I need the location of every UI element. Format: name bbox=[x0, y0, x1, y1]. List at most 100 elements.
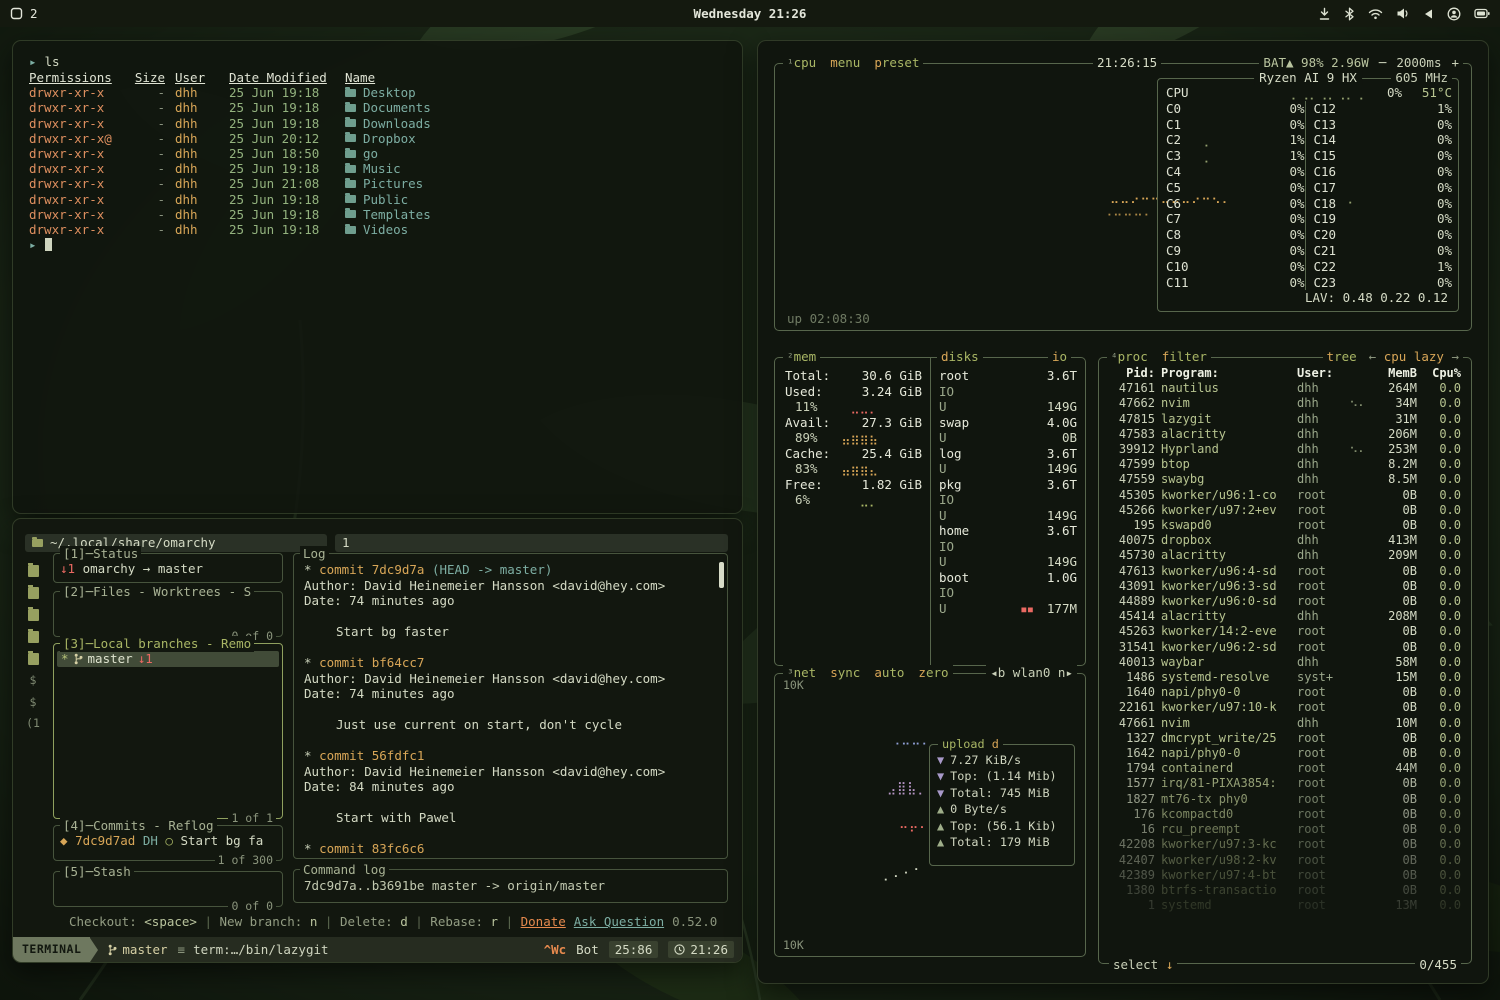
btop-window[interactable]: ¹cpu menu preset 21:26:15 BAT▲ 98% 2.96W… bbox=[757, 40, 1489, 984]
file-tree-gutter: $ $ (1 bbox=[22, 563, 44, 732]
prompt-line-cursor[interactable]: ▸ bbox=[29, 237, 728, 253]
log-commit-block[interactable]: * commit 7dc9d7a (HEAD -> master) Author… bbox=[304, 562, 717, 655]
process-row[interactable]: 1327 dmcrypt_write/25 root 0B 0.0 bbox=[1109, 731, 1461, 746]
interval-minus-button[interactable]: ─ bbox=[1379, 55, 1387, 70]
log-commit-block[interactable]: * commit 56fdfc1 Author: David Heinemeie… bbox=[304, 748, 717, 841]
sync-button[interactable]: sync bbox=[830, 665, 860, 680]
donate-link[interactable]: Donate bbox=[521, 914, 566, 929]
bluetooth-icon[interactable] bbox=[1344, 7, 1355, 21]
process-row[interactable]: 47599 btop dhh 8.2M 0.0 bbox=[1109, 457, 1461, 472]
cpu-box[interactable]: ¹cpu menu preset 21:26:15 BAT▲ 98% 2.96W… bbox=[774, 63, 1472, 331]
file-user: dhh bbox=[175, 85, 219, 100]
process-row[interactable]: 176 kcompactd0 root 0B 0.0 bbox=[1109, 807, 1461, 822]
process-row[interactable]: 44889 kworker/u96:0-sd root 0B 0.0 bbox=[1109, 594, 1461, 609]
process-row[interactable]: 195 kswapd0 root 0B 0.0 bbox=[1109, 518, 1461, 533]
select-hint[interactable]: select ↓ bbox=[1109, 957, 1177, 972]
process-row[interactable]: 47161 nautilus dhh 264M 0.0 bbox=[1109, 381, 1461, 396]
process-row[interactable]: 40013 waybar dhh 58M 0.0 bbox=[1109, 655, 1461, 670]
media-prev-icon[interactable] bbox=[1423, 8, 1434, 20]
auto-button[interactable]: auto bbox=[874, 665, 904, 680]
process-row[interactable]: 22161 kworker/u97:10-k root 0B 0.0 bbox=[1109, 700, 1461, 715]
process-row[interactable]: 39912 Hyprland dhh ⠢⠄ 253M 0.0 bbox=[1109, 442, 1461, 457]
stash-panel[interactable]: [5]─Stash 0 of 0 bbox=[53, 871, 283, 907]
net-box[interactable]: ³net sync auto zero ◂b wlan0 n▸ 10K 10K … bbox=[774, 673, 1086, 957]
process-mem: 0B bbox=[1373, 624, 1417, 639]
process-row[interactable]: 45263 kworker/14:2-eve root 0B 0.0 bbox=[1109, 624, 1461, 639]
interface-selector[interactable]: ◂b wlan0 n▸ bbox=[986, 665, 1077, 680]
process-row[interactable]: 1 systemd root 13M 0.0 bbox=[1109, 898, 1461, 913]
process-row[interactable]: 47815 lazygit dhh 31M 0.0 bbox=[1109, 412, 1461, 427]
process-row[interactable]: 31541 kworker/u96:2-sd root 0B 0.0 bbox=[1109, 640, 1461, 655]
log-panel[interactable]: Log * commit 7dc9d7a (HEAD -> master) Au… bbox=[293, 553, 728, 859]
commits-panel[interactable]: [4]─Commits - Reflog ◆ 7dc9d7ad DH ○ Sta… bbox=[53, 825, 283, 861]
filter-button[interactable]: filter bbox=[1162, 349, 1207, 364]
process-row[interactable]: 1827 mt76-tx phy0 root 0B 0.0 bbox=[1109, 792, 1461, 807]
log-commit-block[interactable]: * commit bf64cc7 Author: David Heinemeie… bbox=[304, 655, 717, 748]
process-row[interactable]: 1380 btrfs-transactio root 0B 0.0 bbox=[1109, 883, 1461, 898]
clock[interactable]: Wednesday 21:26 bbox=[694, 6, 807, 21]
process-row[interactable]: 1794 containerd root 44M 0.0 bbox=[1109, 761, 1461, 776]
tree-toggle[interactable]: tree bbox=[1327, 349, 1357, 364]
process-cpu: 0.0 bbox=[1423, 868, 1461, 883]
mem-box[interactable]: ²mem disks io Total: 30.6 GiB Used: 3.24… bbox=[774, 357, 1086, 666]
process-row[interactable]: 45414 alacritty dhh 208M 0.0 bbox=[1109, 609, 1461, 624]
user-icon[interactable] bbox=[1447, 7, 1461, 21]
menu-button[interactable]: menu bbox=[830, 55, 860, 70]
proc-box-button[interactable]: ⁴proc bbox=[1111, 349, 1148, 364]
zero-button[interactable]: zero bbox=[918, 665, 948, 680]
process-row[interactable]: 47559 swaybg dhh 8.5M 0.0 bbox=[1109, 472, 1461, 487]
process-row[interactable]: 45730 alacritty dhh 209M 0.0 bbox=[1109, 548, 1461, 563]
status-panel[interactable]: [1]─Status ↓1 omarchy → master bbox=[53, 553, 283, 583]
core-percent: 0% bbox=[1271, 227, 1305, 243]
clock-icon bbox=[674, 944, 685, 955]
process-row[interactable]: 47583 alacritty dhh 206M 0.0 bbox=[1109, 427, 1461, 442]
files-panel[interactable]: [2]─Files - Worktrees - S 0 of 0 bbox=[53, 591, 283, 637]
process-row[interactable]: 1486 systemd-resolve syst+ 15M 0.0 bbox=[1109, 670, 1461, 685]
mem-line: Avail: 27.3 GiB bbox=[785, 415, 922, 431]
file-size: - bbox=[135, 161, 165, 176]
process-row[interactable]: 43091 kworker/u96:3-sd root 0B 0.0 bbox=[1109, 579, 1461, 594]
process-row[interactable]: 1640 napi/phy0-0 root 0B 0.0 bbox=[1109, 685, 1461, 700]
selected-branch-row[interactable]: * master ↓1 bbox=[57, 651, 279, 667]
process-row[interactable]: 16 rcu_preempt root 0B 0.0 bbox=[1109, 822, 1461, 837]
process-table-header[interactable]: Pid: Program: User: MemB Cpu% bbox=[1109, 366, 1461, 381]
preset-button[interactable]: preset bbox=[874, 55, 919, 70]
core-row: C50% C170% bbox=[1166, 180, 1452, 196]
proc-box[interactable]: ⁴proc filter tree ← cpu lazy → Pid: Prog… bbox=[1098, 357, 1472, 964]
process-cpu-meter bbox=[1349, 807, 1367, 822]
workspace-indicator[interactable]: 2 bbox=[10, 6, 38, 21]
sort-selector[interactable]: ← cpu lazy → bbox=[1369, 349, 1459, 364]
updates-icon[interactable] bbox=[1318, 7, 1331, 21]
log-scrollbar[interactable] bbox=[719, 562, 724, 588]
process-row[interactable]: 47661 nvim dhh 10M 0.0 bbox=[1109, 716, 1461, 731]
statusbar-branch[interactable]: master bbox=[98, 942, 177, 958]
battery-icon[interactable] bbox=[1474, 8, 1490, 19]
process-row[interactable]: 47662 nvim dhh ⠢⠄ 34M 0.0 bbox=[1109, 396, 1461, 411]
process-row[interactable]: 1577 irq/81-PIXA3854: root 0B 0.0 bbox=[1109, 776, 1461, 791]
mem-line: 11% ⣀⣀⡀ bbox=[785, 399, 922, 415]
command-log-panel[interactable]: Command log 7dc9d7a..b3691be master -> o… bbox=[293, 869, 728, 903]
branches-panel[interactable]: [3]─Local branches - Remo * master ↓1 1 … bbox=[53, 643, 283, 819]
log-commit-block[interactable]: * commit 83fc6c6 bbox=[304, 841, 717, 858]
net-stats-title[interactable]: upload d bbox=[938, 736, 1003, 752]
tab-bar[interactable]: 1 bbox=[335, 534, 728, 552]
process-row[interactable]: 42389 kworker/u97:4-bt root 0B 0.0 bbox=[1109, 868, 1461, 883]
process-row[interactable]: 42407 kworker/u98:2-kv root 0B 0.0 bbox=[1109, 853, 1461, 868]
mode-indicator: TERMINAL bbox=[13, 937, 90, 962]
ask-question-link[interactable]: Ask Question bbox=[574, 914, 664, 929]
process-row[interactable]: 45266 kworker/u97:2+ev root 0B 0.0 bbox=[1109, 503, 1461, 518]
volume-icon[interactable] bbox=[1396, 7, 1410, 20]
mem-label: 89% bbox=[785, 430, 818, 446]
core-percent: 0% bbox=[1418, 164, 1452, 180]
interval-plus-button[interactable]: + bbox=[1451, 55, 1459, 70]
lazygit-window[interactable]: ~/.local/share/omarchy 1 $ $ (1 [1]─Stat… bbox=[12, 518, 743, 963]
process-cpu: 0.0 bbox=[1423, 396, 1461, 411]
cpu-box-button[interactable]: ¹cpu bbox=[787, 55, 816, 70]
process-row[interactable]: 42208 kworker/u97:3-kc root 0B 0.0 bbox=[1109, 837, 1461, 852]
process-row[interactable]: 45305 kworker/u96:1-co root 0B 0.0 bbox=[1109, 488, 1461, 503]
terminal-window[interactable]: ▸ls Permissions Size User Date Modified … bbox=[12, 40, 743, 514]
wifi-icon[interactable] bbox=[1368, 8, 1383, 20]
process-row[interactable]: 47613 kworker/u96:4-sd root 0B 0.0 bbox=[1109, 564, 1461, 579]
process-row[interactable]: 40075 dropbox dhh 413M 0.0 bbox=[1109, 533, 1461, 548]
process-row[interactable]: 1642 napi/phy0-0 root 0B 0.0 bbox=[1109, 746, 1461, 761]
